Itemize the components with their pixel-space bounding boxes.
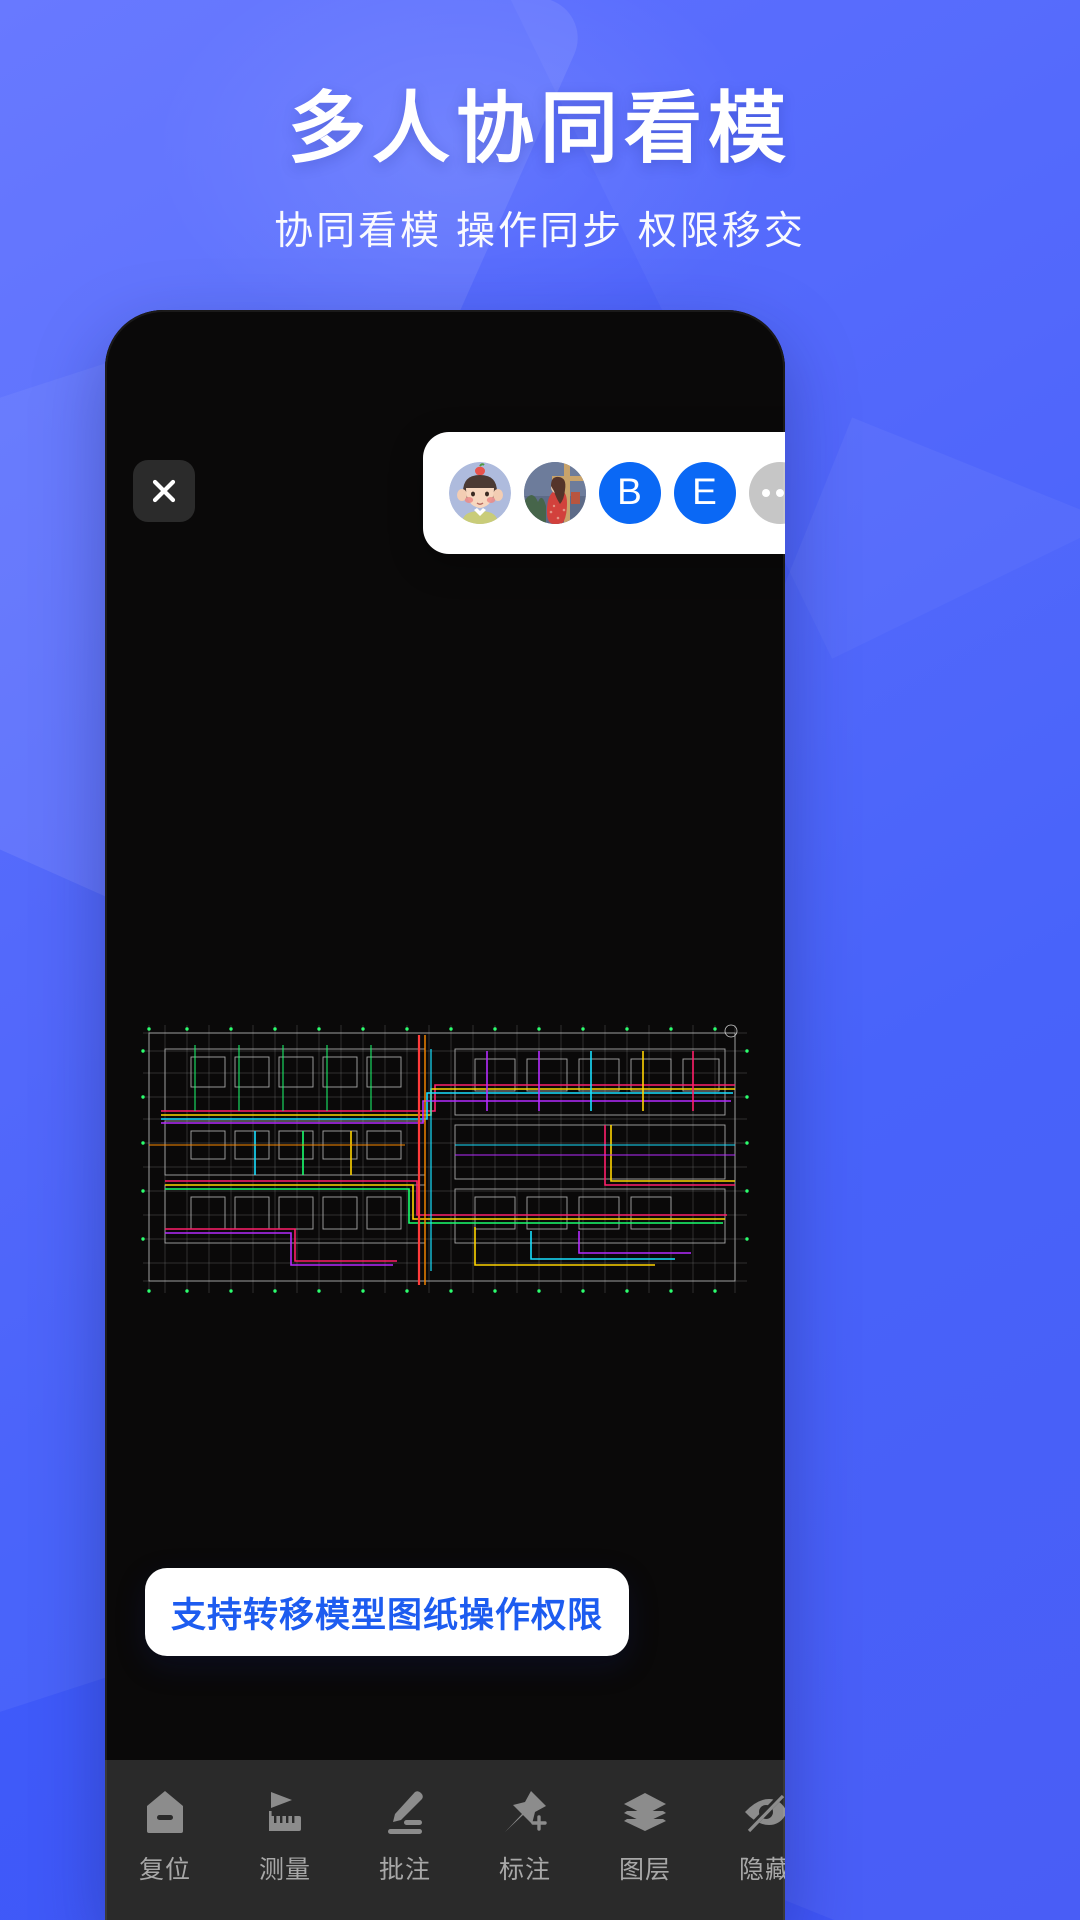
bottom-toolbar: 复位 测量 批注 标注 图层 隐藏 bbox=[105, 1760, 785, 1920]
page-title: 多人协同看模 bbox=[287, 84, 792, 172]
home-reset-icon bbox=[143, 1788, 187, 1836]
pen-annotate-icon bbox=[382, 1788, 428, 1836]
dot-icon bbox=[775, 489, 784, 497]
hero-text-block: 多人协同看模 协同看模 操作同步 权限移交 bbox=[0, 84, 1080, 256]
avatar-illustration-boy[interactable] bbox=[448, 462, 511, 524]
toolbar-item-mark[interactable]: 标注 bbox=[465, 1788, 585, 1886]
close-button[interactable] bbox=[133, 460, 195, 522]
toolbar-label: 图层 bbox=[618, 1856, 671, 1884]
hide-eye-icon bbox=[742, 1788, 785, 1836]
toolbar-label: 批注 bbox=[378, 1856, 431, 1884]
pin-add-icon bbox=[501, 1788, 549, 1836]
ruler-measure-icon bbox=[262, 1788, 308, 1836]
page-subtitle: 协同看模 操作同步 权限移交 bbox=[274, 209, 806, 253]
toolbar-label: 标注 bbox=[498, 1856, 551, 1884]
transfer-permission-text: 支持转移模型图纸操作权限 bbox=[170, 1595, 603, 1635]
avatar-more-button[interactable] bbox=[748, 462, 785, 524]
toolbar-item-layers[interactable]: 图层 bbox=[585, 1788, 705, 1886]
toolbar-label: 隐藏 bbox=[738, 1856, 785, 1884]
toolbar-item-reset[interactable]: 复位 bbox=[105, 1788, 225, 1886]
collaborator-bar: B E bbox=[423, 432, 785, 554]
toolbar-label: 测量 bbox=[258, 1856, 311, 1884]
toolbar-label: 复位 bbox=[138, 1856, 191, 1884]
layers-icon bbox=[622, 1788, 668, 1836]
phone-mockup: 复位 测量 批注 标注 图层 隐藏 B E 支持转移模型图纸操作权限 bbox=[105, 310, 785, 1920]
toolbar-item-hide[interactable]: 隐藏 bbox=[705, 1788, 785, 1886]
phone-screen: 复位 测量 批注 标注 图层 隐藏 B E 支持转移模型图纸操作权限 bbox=[105, 310, 785, 1920]
transfer-permission-callout: 支持转移模型图纸操作权限 bbox=[145, 1568, 629, 1656]
toolbar-item-annotate[interactable]: 批注 bbox=[345, 1788, 465, 1886]
avatar-illustration-girl[interactable] bbox=[523, 462, 586, 524]
avatar-initial-b[interactable]: B bbox=[598, 462, 661, 524]
avatar-initial-e[interactable]: E bbox=[673, 462, 736, 524]
close-icon bbox=[152, 479, 176, 503]
toolbar-item-measure[interactable]: 测量 bbox=[225, 1788, 345, 1886]
dot-icon bbox=[761, 489, 770, 497]
cad-floor-plan bbox=[141, 1024, 749, 1293]
